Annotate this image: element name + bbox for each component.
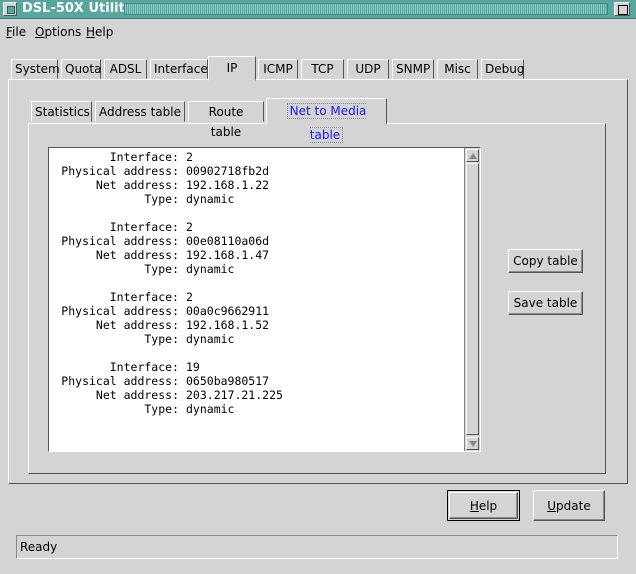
interface-label: Interface: — [109, 360, 179, 374]
tab-debug[interactable]: Debug — [481, 59, 524, 79]
entry-net-row: Net address: 203.217.21.225 — [49, 388, 463, 402]
arrow-down-icon — [469, 441, 477, 447]
type-value: dynamic — [186, 262, 235, 276]
net-address-label: Net address: — [95, 248, 179, 262]
entry-type-row: Type: dynamic — [49, 332, 463, 346]
title-bar: DSL-50X Utility — [0, 0, 636, 19]
interface-value: 2 — [186, 290, 193, 304]
type-label: Type: — [144, 192, 179, 206]
arrow-up-icon — [469, 153, 477, 159]
entry-interface-row: Interface: 2 — [49, 220, 463, 234]
net-address-value: 192.168.1.22 — [186, 178, 270, 192]
interface-label: Interface: — [109, 290, 179, 304]
scroll-up-button[interactable] — [466, 149, 479, 162]
type-label: Type: — [144, 262, 179, 276]
status-bar: Ready — [16, 535, 618, 559]
list-item: Interface: 19 Physical address: 0650ba9805… — [49, 360, 463, 416]
entry-physical-row: Physical address: 00e08110a06d — [49, 234, 463, 248]
tab-udp[interactable]: UDP — [347, 59, 389, 79]
entry-type-row: Type: dynamic — [49, 402, 463, 416]
type-label: Type: — [144, 332, 179, 346]
scroll-thumb[interactable] — [466, 163, 479, 435]
tab-icmp[interactable]: ICMP — [258, 59, 298, 79]
menu-file-label: ile — [12, 25, 27, 39]
net-address-label: Net address: — [95, 318, 179, 332]
tab-statistics[interactable]: Statistics — [31, 101, 92, 122]
type-value: dynamic — [186, 402, 235, 416]
type-value: dynamic — [186, 192, 235, 206]
list-item: Interface: 2 Physical address: 00e08110a06… — [49, 220, 463, 276]
tab-interfaces[interactable]: Interfaces — [150, 59, 214, 79]
menu-file[interactable]: File — [6, 25, 26, 39]
entry-net-row: Net address: 192.168.1.52 — [49, 318, 463, 332]
net-address-value: 203.217.21.225 — [186, 388, 283, 402]
physical-address-label: Physical address: — [61, 234, 179, 248]
tab-snmp[interactable]: SNMP — [392, 59, 434, 79]
tab-quota[interactable]: Quota — [61, 59, 101, 79]
list-item: Interface: 2 Physical address: 00a0c966291… — [49, 290, 463, 346]
entry-interface-row: Interface: 2 — [49, 290, 463, 304]
type-label: Type: — [144, 402, 179, 416]
entry-physical-row: Physical address: 0650ba980517 — [49, 374, 463, 388]
window-title: DSL-50X Utility — [22, 1, 134, 16]
title-bar-drag-area[interactable] — [124, 3, 608, 15]
tab-route-table[interactable]: Route table — [188, 101, 264, 139]
physical-address-value: 00902718fb2d — [186, 164, 270, 178]
net-address-value: 192.168.1.47 — [186, 248, 270, 262]
tab-adsl[interactable]: ADSL — [104, 59, 147, 79]
entry-type-row: Type: dynamic — [49, 262, 463, 276]
tab-misc[interactable]: Misc — [437, 59, 478, 79]
entry-interface-row: Interface: 19 — [49, 360, 463, 374]
interface-value: 19 — [186, 360, 200, 374]
entry-interface-row: Interface: 2 — [49, 150, 463, 164]
physical-address-label: Physical address: — [61, 164, 179, 178]
help-button-accel: H — [469, 498, 479, 513]
maximize-icon[interactable] — [614, 2, 630, 16]
net-to-media-list-content: Interface: 2 Physical address: 00902718fb2… — [49, 148, 463, 451]
type-value: dynamic — [186, 332, 235, 346]
interface-value: 2 — [186, 150, 193, 164]
entry-physical-row: Physical address: 00902718fb2d — [49, 164, 463, 178]
interface-label: Interface: — [109, 220, 179, 234]
menu-bar: File Options Help — [0, 22, 636, 42]
tab-system[interactable]: System — [11, 59, 60, 79]
menu-options-label: ptions — [44, 25, 82, 39]
physical-address-value: 0650ba980517 — [186, 374, 270, 388]
help-button-label: elp — [478, 498, 498, 513]
net-address-value: 192.168.1.52 — [186, 318, 270, 332]
interface-value: 2 — [186, 220, 193, 234]
physical-address-label: Physical address: — [61, 374, 179, 388]
copy-table-button[interactable]: Copy table — [508, 249, 583, 273]
net-address-label: Net address: — [95, 178, 179, 192]
menu-help-label: elp — [95, 25, 114, 39]
update-button[interactable]: Update — [533, 490, 605, 521]
window-menu-icon[interactable] — [3, 2, 17, 16]
tab-net-to-media-table[interactable]: Net to Media table — [266, 98, 387, 143]
list-scrollbar[interactable] — [464, 148, 480, 451]
physical-address-label: Physical address: — [61, 304, 179, 318]
save-table-button[interactable]: Save table — [508, 291, 583, 315]
net-to-media-list[interactable]: Interface: 2 Physical address: 00902718fb2… — [48, 147, 481, 452]
tab-tcp[interactable]: TCP — [301, 59, 344, 79]
interface-label: Interface: — [109, 150, 179, 164]
net-address-label: Net address: — [95, 388, 179, 402]
update-button-accel: U — [547, 498, 557, 513]
help-button[interactable]: Help — [449, 492, 518, 519]
tab-ip[interactable]: IP — [208, 56, 256, 81]
menu-help[interactable]: Help — [86, 25, 113, 39]
entry-net-row: Net address: 192.168.1.47 — [49, 248, 463, 262]
entry-type-row: Type: dynamic — [49, 192, 463, 206]
physical-address-value: 00e08110a06d — [186, 234, 270, 248]
menu-options[interactable]: Options — [35, 25, 81, 39]
update-button-label: pdate — [556, 498, 591, 513]
tab-address-table[interactable]: Address table — [95, 101, 185, 122]
scroll-down-button[interactable] — [466, 437, 479, 450]
entry-net-row: Net address: 192.168.1.22 — [49, 178, 463, 192]
list-item: Interface: 2 Physical address: 00902718fb2… — [49, 150, 463, 206]
menu-help-accel: H — [86, 25, 96, 39]
entry-physical-row: Physical address: 00a0c9662911 — [49, 304, 463, 318]
physical-address-value: 00a0c9662911 — [186, 304, 270, 318]
